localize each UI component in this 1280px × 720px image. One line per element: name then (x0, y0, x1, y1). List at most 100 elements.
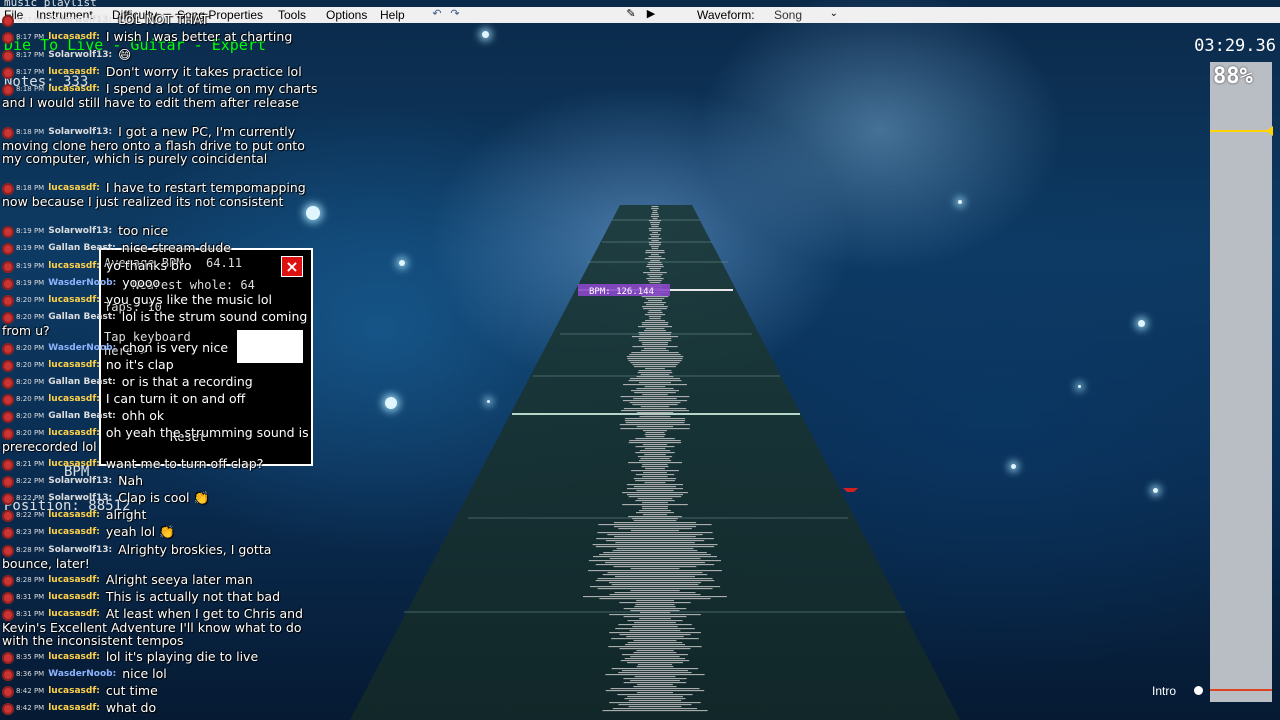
star (482, 31, 489, 38)
chat-timestamp: 8:20 PM (16, 378, 45, 386)
chat-timestamp: 8:18 PM (16, 128, 45, 136)
chat-text: cut time (105, 683, 158, 698)
chat-username: lucasasdf: (48, 652, 100, 662)
chat-message: 8:21 PM lucasasdf: want me to turn off cla… (2, 457, 322, 471)
chat-text: This is actually not that bad (105, 589, 281, 604)
chat-username: lucasasdf: (48, 32, 100, 42)
chat-username: lucasasdf: (48, 575, 100, 585)
play-icon[interactable]: ▶ (644, 8, 658, 21)
star (1153, 488, 1158, 493)
progress-percent: 88% (1213, 64, 1253, 89)
chat-timestamp: 8:22 PM (16, 494, 45, 502)
chat-timestamp: 8:20 PM (16, 344, 45, 352)
chat-username: lucasasdf: (48, 360, 100, 370)
user-badge-icon (2, 475, 14, 488)
star (487, 400, 490, 403)
chat-text: lol it's playing die to live (105, 649, 259, 664)
chat-message: 8:28 PM Solarwolf13: Alrighty broskies, I … (2, 543, 322, 570)
song-progress-panel[interactable] (1210, 62, 1272, 702)
chat-username: Gallan Beast: (48, 312, 116, 322)
chat-timestamp: 8:17 PM (16, 51, 45, 59)
user-badge-icon (2, 685, 14, 698)
chat-message: 8:31 PM lucasasdf: At least when I get to … (2, 607, 322, 647)
chat-username: lucasasdf: (48, 394, 100, 404)
chat-timestamp: 8:18 PM (16, 184, 45, 192)
chat-timestamp: 8:22 PM (16, 477, 45, 485)
user-badge-icon (2, 126, 14, 139)
chat-username: lucasasdf: (48, 67, 100, 77)
chat-username: WasderNoob: (48, 343, 117, 353)
waveform-select[interactable]: Song ⌄ (768, 8, 840, 22)
user-badge-icon (2, 410, 14, 423)
star (1138, 320, 1145, 327)
chat-text: nice stream dude (121, 240, 231, 255)
star (1078, 385, 1081, 388)
playhead-line[interactable] (1210, 130, 1272, 132)
chat-message: 8:18 PM lucasasdf: I spend a lot of time o… (2, 82, 322, 109)
chat-username: Gallan Beast: (48, 377, 116, 387)
chat-message: 8:19 PM Solarwolf13: too nice (2, 224, 322, 238)
undo-icon[interactable]: ↶ (430, 8, 444, 21)
user-badge-icon (2, 591, 14, 604)
chat-text: I wish I was better at charting (105, 29, 293, 44)
menu-help[interactable]: Help (380, 7, 405, 23)
playhead-marker[interactable] (1266, 126, 1273, 136)
user-badge-icon (2, 242, 14, 255)
chat-text: nice lol (122, 666, 167, 681)
chat-timestamp: 8:20 PM (16, 412, 45, 420)
chat-text: alright (105, 507, 147, 522)
chat-message: 8:18 PM lucasasdf: I have to restart tempo… (2, 181, 322, 208)
chat-timestamp: 8:17 PM (16, 33, 45, 41)
chat-username: lucasasdf: (48, 609, 100, 619)
chat-message: 8:20 PM lucasasdf: no it's clap (2, 358, 322, 372)
user-badge-icon (2, 14, 14, 27)
chat-message: 8:31 PM lucasasdf: This is actually not th… (2, 590, 322, 604)
user-badge-icon (2, 509, 14, 522)
chat-message: 8:20 PM lucasasdf: I can turn it on and of… (2, 392, 322, 406)
chat-username: Gallan Beast: (48, 243, 116, 253)
chat-username: lucasasdf: (48, 527, 100, 537)
user-badge-icon (2, 66, 14, 79)
chat-timestamp: 8:20 PM (16, 361, 45, 369)
chat-message: 8:42 PM lucasasdf: what do (2, 701, 322, 715)
chat-timestamp: 8:21 PM (16, 460, 45, 468)
chat-text: yoooo (122, 275, 161, 290)
cursor-tool-icon[interactable]: ✎ (624, 8, 638, 21)
chat-username: lucasasdf: (48, 703, 100, 713)
user-badge-icon (2, 526, 14, 539)
section-marker[interactable] (1194, 686, 1203, 695)
chat-text: Nah (118, 473, 144, 488)
chat-text: what do (105, 700, 157, 715)
chat-username: lucasasdf: (48, 459, 100, 469)
star (958, 200, 962, 204)
chat-text: chon is very nice (122, 340, 229, 355)
chat-message: 8:28 PM lucasasdf: Alright seeya later man (2, 573, 322, 587)
chat-timestamp: 8:19 PM (16, 262, 45, 270)
chat-username: lucasasdf: (48, 261, 100, 271)
user-badge-icon (2, 359, 14, 372)
user-badge-icon (2, 277, 14, 290)
chat-username: Solarwolf13: (48, 545, 113, 555)
chat-username: lucasasdf: (48, 686, 100, 696)
chat-message: 8:20 PM Gallan Beast: or is that a recordi… (2, 375, 322, 389)
menu-options[interactable]: Options (326, 7, 367, 23)
chat-timestamp: 8:28 PM (16, 546, 45, 554)
chat-text: Clap is cool 👏 (118, 490, 210, 505)
redo-icon[interactable]: ↷ (448, 8, 462, 21)
chat-timestamp: 8:31 PM (16, 610, 45, 618)
chat-timestamp: 8:17 PM (16, 68, 45, 76)
user-badge-icon (2, 31, 14, 44)
chat-username: Gallan Beast: (48, 411, 116, 421)
chat-text: I can turn it on and off (105, 391, 246, 406)
chat-timestamp: 8:20 PM (16, 313, 45, 321)
chat-username: lucasasdf: (48, 428, 100, 438)
chat-message: 8:17 PM Solarwolf13: 😄 (2, 48, 322, 62)
waveform-label: Waveform: (697, 8, 755, 22)
chat-message: 8:42 PM lucasasdf: cut time (2, 684, 322, 698)
chat-text: LOL NOT THAT (118, 12, 209, 27)
chat-username: WasderNoob: (48, 669, 117, 679)
chat-timestamp: 8:36 PM (16, 670, 45, 678)
waveform-value: Song (774, 8, 803, 22)
chat-username: Solarwolf13: (48, 226, 113, 236)
chevron-down-icon: ⌄ (829, 8, 838, 19)
